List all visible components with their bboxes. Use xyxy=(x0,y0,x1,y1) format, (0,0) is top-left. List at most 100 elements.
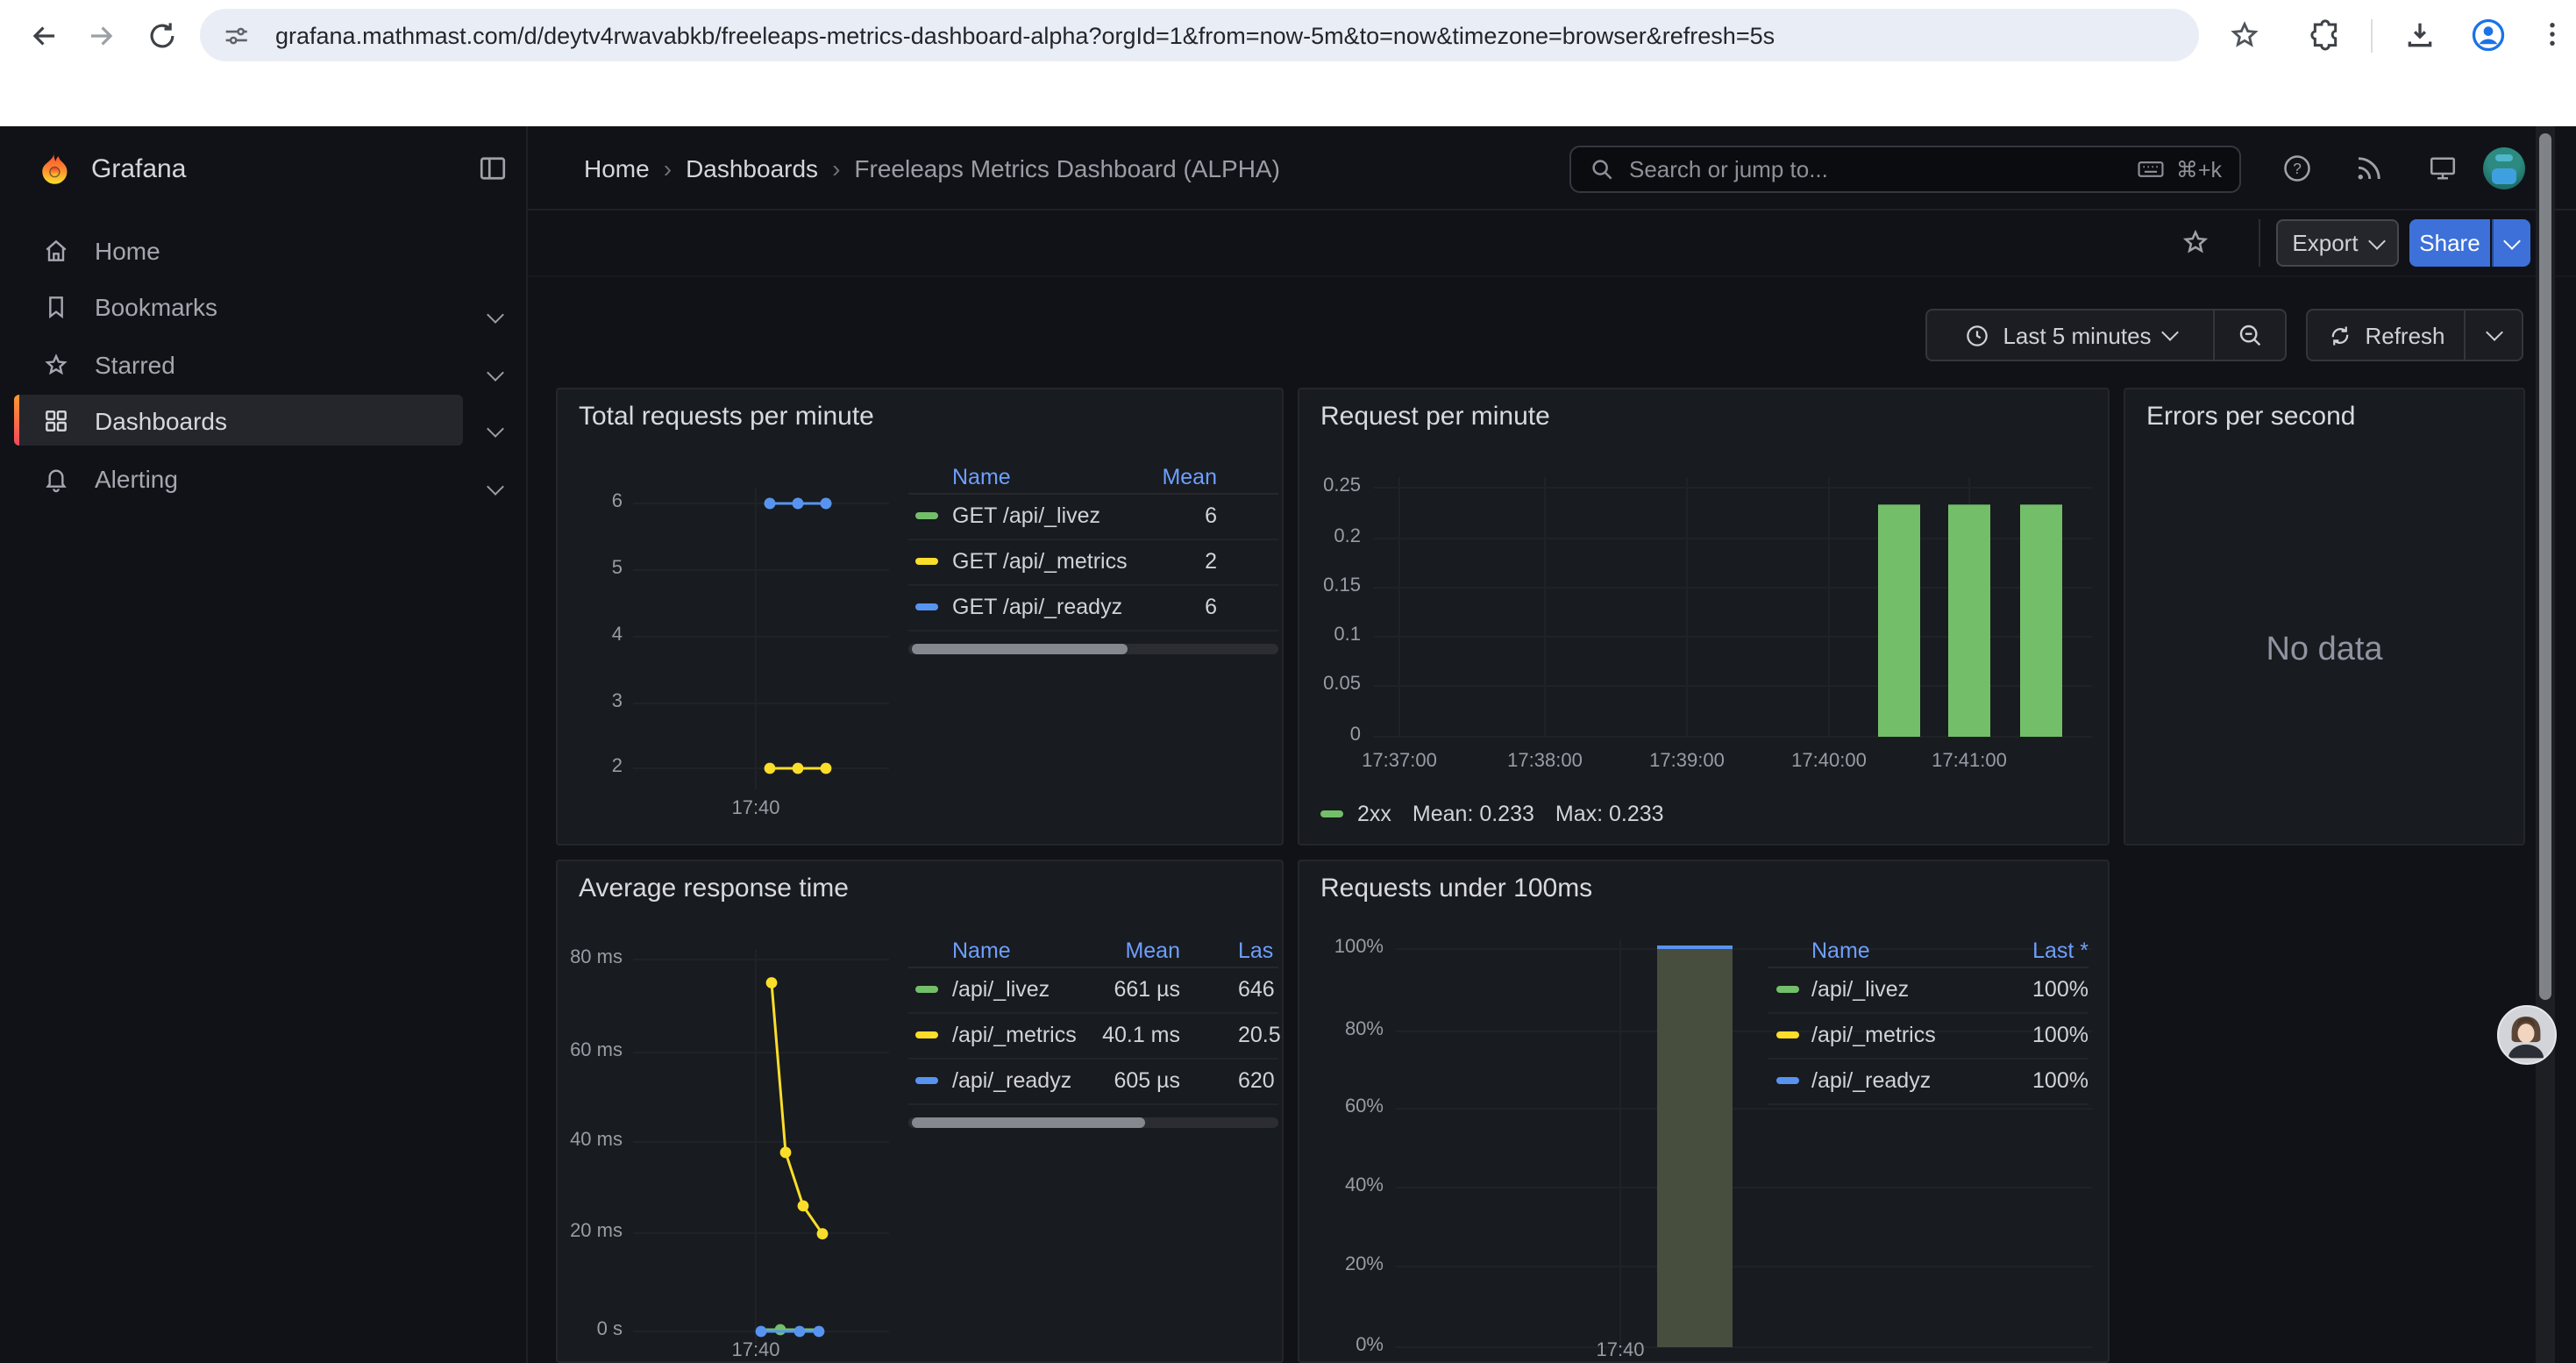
time-range-label: Last 5 minutes xyxy=(2003,322,2151,348)
zoom-out-button[interactable] xyxy=(2213,310,2285,360)
favorite-star-icon[interactable] xyxy=(2180,226,2211,258)
legend-series-name[interactable]: /api/_metrics xyxy=(952,1023,1077,1047)
breadcrumb-dashboards[interactable]: Dashboards xyxy=(686,154,818,182)
sidebar-item-label: Alerting xyxy=(95,464,178,492)
y-tick: 0 xyxy=(1299,724,1361,746)
legend-scrollbar[interactable] xyxy=(908,644,1278,654)
legend-row: /api/_readyz 605 µs 620 xyxy=(908,1060,1278,1105)
share-dropdown-button[interactable] xyxy=(2492,219,2530,267)
legend-last-value: 20.5 r xyxy=(1238,1023,1284,1047)
svg-text:?: ? xyxy=(2293,160,2302,177)
download-icon[interactable] xyxy=(2402,18,2437,53)
sidebar-item-bookmarks[interactable]: Bookmarks xyxy=(14,281,463,332)
panel-total-requests[interactable]: Total requests per minute 6 5 4 3 2 17:4… xyxy=(556,388,1284,846)
legend-series-name[interactable]: GET /api/_livez xyxy=(952,503,1100,528)
profile-icon[interactable] xyxy=(2469,16,2508,54)
sidebar-item-dashboards[interactable]: Dashboards xyxy=(14,395,463,446)
legend-last-value: 100% xyxy=(2032,1023,2089,1047)
breadcrumb-home[interactable]: Home xyxy=(584,154,650,182)
y-tick: 0.05 xyxy=(1299,674,1361,695)
legend-mean-value: 661 µs xyxy=(1114,977,1180,1002)
forward-icon[interactable] xyxy=(84,19,117,53)
legend-header-name[interactable]: Name xyxy=(1811,938,1870,963)
page-scrollbar-thumb[interactable] xyxy=(2539,133,2551,1000)
legend-header-last[interactable]: Last * xyxy=(2032,938,2089,963)
sidebar-bookmarks-expand-icon[interactable] xyxy=(489,298,502,330)
legend-series-name[interactable]: /api/_readyz xyxy=(952,1068,1071,1093)
legend-series-name[interactable]: GET /api/_metrics xyxy=(952,549,1128,574)
legend-header-name[interactable]: Name xyxy=(952,938,1011,963)
keyboard-icon xyxy=(2136,154,2166,184)
refresh-button[interactable]: Refresh xyxy=(2308,310,2464,360)
series-color-dash[interactable] xyxy=(915,1077,938,1084)
sidebar-starred-expand-icon[interactable] xyxy=(489,356,502,388)
search-input[interactable]: Search or jump to... ⌘+k xyxy=(1569,146,2241,193)
y-tick: 40 ms xyxy=(558,1130,623,1151)
legend-row: /api/_readyz 100% xyxy=(1768,1060,2089,1105)
sidebar-alerting-expand-icon[interactable] xyxy=(489,470,502,502)
share-button[interactable]: Share xyxy=(2409,219,2490,267)
search-placeholder: Search or jump to... xyxy=(1629,156,1828,182)
y-tick: 60% xyxy=(1299,1096,1384,1117)
site-settings-icon[interactable] xyxy=(221,20,251,50)
sidebar-item-alerting[interactable]: Alerting xyxy=(14,453,463,503)
series-color-dash[interactable] xyxy=(1320,810,1343,817)
monitor-icon[interactable] xyxy=(2427,153,2459,184)
browser-menu-icon[interactable] xyxy=(2536,18,2569,51)
export-label: Export xyxy=(2292,230,2358,256)
extensions-icon[interactable] xyxy=(2308,18,2343,53)
time-range-picker[interactable]: Last 5 minutes xyxy=(1927,310,2213,360)
panel-request-per-minute[interactable]: Request per minute 0.25 0.2 0.15 0.1 0.0… xyxy=(1298,388,2110,846)
help-icon[interactable]: ? xyxy=(2281,153,2313,184)
panel-avg-response-time[interactable]: Average response time 80 ms 60 ms 40 ms … xyxy=(556,860,1284,1363)
reload-icon[interactable] xyxy=(146,19,179,53)
y-tick: 4 xyxy=(570,624,623,646)
y-tick: 0.1 xyxy=(1299,624,1361,646)
legend-series-name[interactable]: GET /api/_readyz xyxy=(952,595,1122,619)
x-tick: 17:39:00 xyxy=(1649,751,1725,772)
rss-news-icon[interactable] xyxy=(2353,153,2385,184)
legend-row: GET /api/_livez 6 xyxy=(908,495,1278,540)
address-bar[interactable]: grafana.mathmast.com/d/deytv4rwavabkb/fr… xyxy=(200,9,2199,61)
legend-mean-value: 6 xyxy=(1205,595,1217,619)
back-icon[interactable] xyxy=(28,19,61,53)
panel-requests-under-100ms[interactable]: Requests under 100ms 100% 80% 60% 40% 20… xyxy=(1298,860,2110,1363)
legend-series-name[interactable]: /api/_readyz xyxy=(1811,1068,1931,1093)
refresh-interval-dropdown[interactable] xyxy=(2464,310,2522,360)
series-color-dash[interactable] xyxy=(915,512,938,519)
legend-header-last[interactable]: Las xyxy=(1238,938,1273,963)
assistant-avatar[interactable] xyxy=(2497,1005,2557,1065)
bookmark-star-icon[interactable] xyxy=(2227,18,2262,53)
legend-header-name[interactable]: Name xyxy=(952,465,1011,489)
brand-name[interactable]: Grafana xyxy=(91,154,186,184)
chevron-down-icon xyxy=(2161,324,2179,341)
legend-series-name[interactable]: /api/_livez xyxy=(1811,977,1909,1002)
grafana-logo[interactable] xyxy=(35,149,74,188)
series-color-dash[interactable] xyxy=(915,558,938,565)
series-color-dash[interactable] xyxy=(1776,1077,1799,1084)
legend-scrollbar[interactable] xyxy=(908,1117,1278,1128)
legend-series-name[interactable]: /api/_metrics xyxy=(1811,1023,1936,1047)
series-color-dash[interactable] xyxy=(915,1031,938,1038)
share-label: Share xyxy=(2419,230,2480,256)
sidebar-item-starred[interactable]: Starred xyxy=(14,339,463,389)
sidebar-item-home[interactable]: Home xyxy=(14,225,463,275)
series-color-dash[interactable] xyxy=(1776,1031,1799,1038)
sidebar-dashboards-expand-icon[interactable] xyxy=(489,412,502,444)
y-tick: 20 ms xyxy=(558,1221,623,1242)
series-color-dash[interactable] xyxy=(1776,986,1799,993)
search-shortcut: ⌘+k xyxy=(2176,156,2222,182)
legend-header-mean[interactable]: Mean xyxy=(1162,465,1217,489)
panel-errors-per-second[interactable]: Errors per second No data xyxy=(2124,388,2525,846)
panel-title[interactable]: Errors per second xyxy=(2146,402,2355,432)
legend-header-mean[interactable]: Mean xyxy=(1125,938,1180,963)
series-color-dash[interactable] xyxy=(915,986,938,993)
export-button[interactable]: Export xyxy=(2276,219,2399,267)
user-avatar[interactable] xyxy=(2483,147,2525,189)
series-color-dash[interactable] xyxy=(915,603,938,610)
legend-series-name[interactable]: 2xx xyxy=(1357,802,1391,826)
avatar-illustration xyxy=(2499,1007,2553,1061)
url-text[interactable]: grafana.mathmast.com/d/deytv4rwavabkb/fr… xyxy=(275,22,1775,48)
sidebar-toggle-icon[interactable] xyxy=(477,153,509,184)
legend-series-name[interactable]: /api/_livez xyxy=(952,977,1050,1002)
